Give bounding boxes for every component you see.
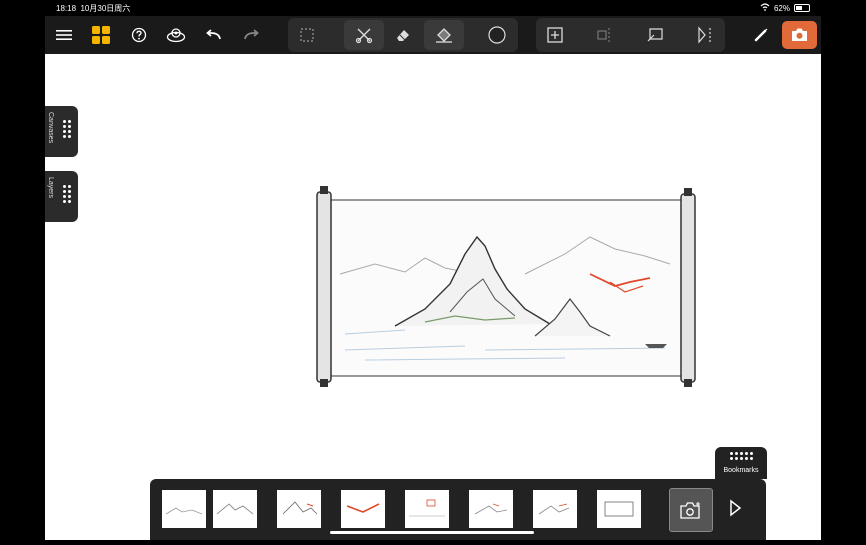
layer-transform-icon[interactable] (644, 24, 666, 46)
bookmarks-label: Bookmarks (723, 467, 759, 474)
help-icon[interactable] (128, 24, 150, 46)
symmetry-icon[interactable] (694, 24, 716, 46)
layers-tab-label: Layers (47, 177, 54, 199)
wifi-icon (760, 3, 770, 13)
battery-icon (794, 4, 810, 12)
eraser-icon[interactable] (392, 24, 414, 46)
drag-grip-icon (730, 452, 753, 460)
frame-thumbnail[interactable] (597, 490, 641, 528)
brush-icon[interactable] (750, 24, 772, 46)
frame-thumbnail[interactable] (277, 490, 321, 528)
bookmarks-tab[interactable]: Bookmarks (715, 447, 767, 479)
toolbar (45, 16, 821, 54)
stencil-icon[interactable] (165, 24, 187, 46)
frame-thumbnail[interactable] (469, 490, 513, 528)
camera-plus-icon (680, 502, 700, 519)
status-bar: 18:18 10月30日周六 62% (0, 0, 866, 16)
redo-icon[interactable] (240, 24, 262, 46)
menu-icon[interactable] (53, 24, 75, 46)
play-icon (730, 499, 742, 517)
lasso-cut-icon[interactable] (353, 24, 375, 46)
add-frame-button[interactable] (669, 488, 713, 532)
status-time: 18:18 10月30日周六 (56, 4, 131, 13)
home-indicator (330, 531, 534, 534)
color-swatch-icon[interactable] (486, 24, 508, 46)
frame-thumbnail[interactable] (341, 490, 385, 528)
snapshot-button[interactable] (782, 21, 817, 49)
canvases-tab-label: Canvases (47, 112, 54, 144)
frame-thumbnail[interactable] (533, 490, 577, 528)
battery-percent: 62% (773, 3, 790, 13)
frame-thumbnail[interactable] (162, 490, 206, 528)
layers-tab[interactable]: Layers (45, 171, 78, 222)
tool-group (288, 18, 518, 52)
canvases-tab[interactable]: Canvases (45, 106, 78, 157)
play-button[interactable] (728, 499, 748, 521)
drawing-canvas[interactable] (45, 54, 821, 540)
undo-icon[interactable] (203, 24, 225, 46)
gallery-grid-icon[interactable] (90, 24, 112, 46)
frame-thumbnail[interactable] (405, 490, 449, 528)
status-right: 62% (760, 3, 810, 13)
frame-thumbnail[interactable] (213, 490, 257, 528)
drag-grip-icon (63, 185, 71, 203)
selection-icon[interactable] (296, 24, 318, 46)
add-canvas-icon[interactable] (544, 24, 566, 46)
drag-grip-icon (63, 120, 71, 138)
edit-group (536, 18, 725, 52)
mirror-icon[interactable] (594, 24, 616, 46)
fill-icon[interactable] (433, 24, 455, 46)
scroll-painting (316, 186, 696, 387)
camera-icon (792, 28, 807, 41)
